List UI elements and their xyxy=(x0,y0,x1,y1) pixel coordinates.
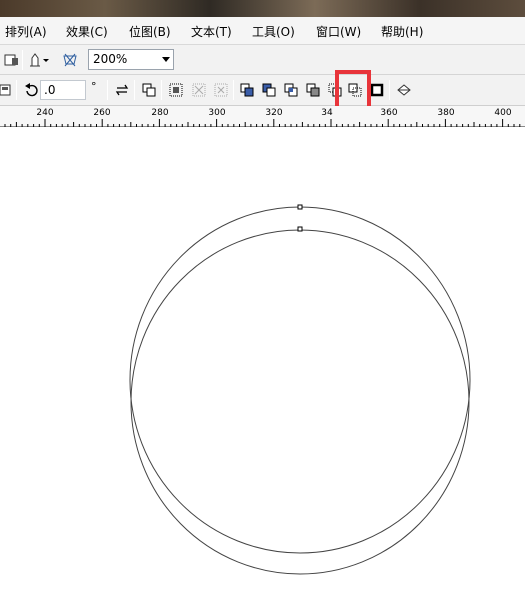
welcome-screen-icon[interactable] xyxy=(59,49,81,71)
mirror-icon[interactable] xyxy=(111,79,133,101)
menu-help[interactable]: 帮助(H) xyxy=(381,23,423,40)
standard-toolbar: 200% xyxy=(0,45,525,75)
ruler-label: 400 xyxy=(494,108,512,118)
simplify-icon[interactable] xyxy=(302,79,324,101)
menu-bitmaps[interactable]: 位图(B) xyxy=(129,23,171,40)
zoom-level-value: 200% xyxy=(93,52,128,66)
rotate-icon xyxy=(20,79,42,101)
back-circle[interactable] xyxy=(129,206,471,554)
ruler-label: 300 xyxy=(208,108,226,118)
chevron-down-icon xyxy=(162,57,170,62)
ruler-label: 360 xyxy=(380,108,398,118)
ruler-label: 240 xyxy=(36,108,54,118)
selection-node[interactable] xyxy=(297,204,303,210)
menu-arrange[interactable]: 排列(A) xyxy=(5,23,47,40)
object-position-icon[interactable] xyxy=(0,79,16,101)
ruler-label: 280 xyxy=(151,108,169,118)
property-bar: ° xyxy=(0,75,525,106)
ruler-label: 320 xyxy=(265,108,283,118)
combine-icon[interactable] xyxy=(165,79,187,101)
menu-window[interactable]: 窗口(W) xyxy=(316,23,361,40)
ruler-label: 260 xyxy=(93,108,111,118)
convert-to-curves-icon[interactable] xyxy=(393,79,415,101)
intersect-icon[interactable] xyxy=(280,79,302,101)
menu-tools[interactable]: 工具(O) xyxy=(252,23,295,40)
drawing-surface xyxy=(129,204,471,575)
selection-node[interactable] xyxy=(297,226,303,232)
rotation-angle-input[interactable] xyxy=(40,80,86,100)
ruler-label: 380 xyxy=(437,108,455,118)
trim-icon[interactable] xyxy=(258,79,280,101)
title-strip xyxy=(0,0,525,17)
menu-bar: 排列(A) 效果(C) 位图(B) 文本(T) 工具(O) 窗口(W) 帮助(H… xyxy=(0,17,525,45)
drawing-canvas[interactable] xyxy=(0,127,525,603)
ruler-label: 34 xyxy=(321,108,333,118)
menu-effects[interactable]: 效果(C) xyxy=(66,23,108,40)
launcher-dropdown-icon[interactable] xyxy=(40,49,52,71)
import-icon[interactable] xyxy=(0,49,22,71)
menu-text[interactable]: 文本(T) xyxy=(191,23,232,40)
horizontal-ruler[interactable]: 240 260 280 300 320 34 360 380 400 xyxy=(0,106,525,127)
break-apart-icon xyxy=(188,79,210,101)
weld-icon[interactable] xyxy=(236,79,258,101)
group-icon[interactable] xyxy=(138,79,160,101)
front-circle[interactable] xyxy=(130,229,470,575)
zoom-level-select[interactable]: 200% xyxy=(88,49,174,70)
ungroup-all-icon xyxy=(210,79,232,101)
degree-unit: ° xyxy=(91,80,97,93)
